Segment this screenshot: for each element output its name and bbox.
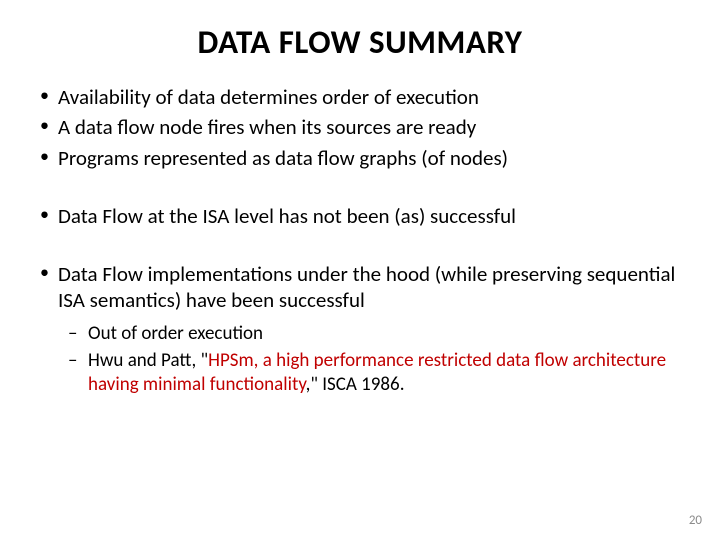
list-item: A data flow node fires when its sources … xyxy=(58,114,690,140)
list-item: Data Flow implementations under the hood… xyxy=(58,261,690,397)
list-item: Programs represented as data flow graphs… xyxy=(58,145,690,171)
list-item: Availability of data determines order of… xyxy=(58,84,690,110)
list-item-text: Data Flow implementations under the hood… xyxy=(58,261,675,313)
page-title: DATA FLOW SUMMARY xyxy=(30,22,690,62)
page-number: 20 xyxy=(689,513,702,528)
list-item: Hwu and Patt, "HPSm, a high performance … xyxy=(88,349,690,397)
citation-suffix: ," ISCA 1986. xyxy=(306,373,405,396)
sub-bullet-list: Out of order execution Hwu and Patt, "HP… xyxy=(58,322,690,397)
list-item: Out of order execution xyxy=(88,322,690,346)
bullet-list: Availability of data determines order of… xyxy=(30,84,690,171)
spacer xyxy=(30,233,690,261)
citation-prefix: Hwu and Patt, " xyxy=(88,349,208,372)
list-item: Data Flow at the ISA level has not been … xyxy=(58,203,690,229)
spacer xyxy=(30,175,690,203)
slide: DATA FLOW SUMMARY Availability of data d… xyxy=(0,0,720,540)
bullet-list: Data Flow at the ISA level has not been … xyxy=(30,203,690,229)
bullet-list: Data Flow implementations under the hood… xyxy=(30,261,690,397)
